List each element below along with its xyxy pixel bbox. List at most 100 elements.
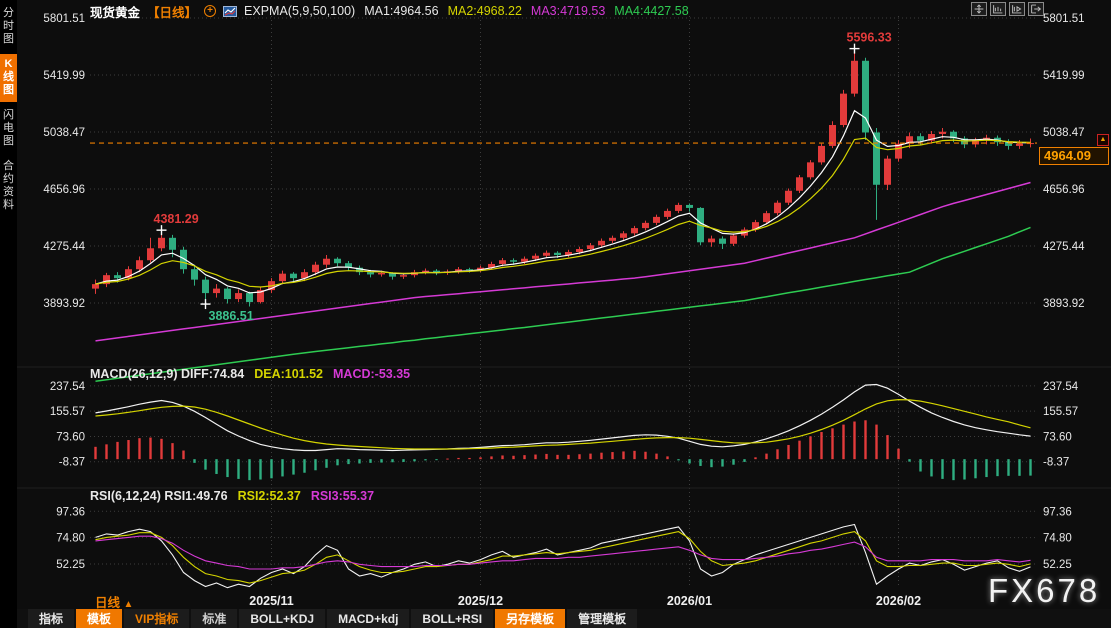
pane-play-icon[interactable] xyxy=(1009,2,1025,16)
macd-hist-bar xyxy=(842,425,844,460)
toolbar-item-3[interactable]: VIP指标 xyxy=(124,609,189,628)
candle-body xyxy=(334,259,341,263)
macd-indicator-label: MACD(26,12,9) DIFF:74.84DEA:101.52MACD:-… xyxy=(90,367,420,381)
macd-hist-bar xyxy=(919,459,921,471)
current-price-badge: 4964.09 xyxy=(1039,147,1109,165)
crosshair-icon[interactable] xyxy=(971,2,987,16)
rsi-value: RSI(6,12,24) RSI1:49.76 xyxy=(90,489,228,503)
macd-hist-bar xyxy=(688,459,690,463)
macd-hist-bar xyxy=(105,444,107,459)
add-indicator-icon[interactable]: + xyxy=(204,5,216,17)
macd-axis-tick-label: 73.60 xyxy=(56,431,85,443)
macd-hist-bar xyxy=(1007,459,1009,476)
header-value: MA4:4427.58 xyxy=(614,4,688,18)
macd-hist-bar xyxy=(677,459,679,460)
chart-canvas[interactable]: 5801.515801.515419.995419.995038.475038.… xyxy=(0,0,1111,628)
candle-body xyxy=(235,293,242,299)
macd-hist-bar xyxy=(776,449,778,459)
macd-hist-bar xyxy=(897,449,899,459)
month-tick-label: 2026/02 xyxy=(876,594,921,608)
macd-hist-bar xyxy=(204,459,206,469)
macd-hist-bar xyxy=(1018,459,1020,476)
period-tag[interactable]: 【日线】 xyxy=(147,2,197,21)
ma1-line xyxy=(96,111,1031,293)
rsi-indicator-label: RSI(6,12,24) RSI1:49.76RSI2:52.37RSI3:55… xyxy=(90,489,384,503)
price-axis-tick-label: 5801.51 xyxy=(43,13,85,25)
candle-body xyxy=(785,191,792,203)
macd-diff-line xyxy=(96,385,1031,451)
chart-app: 分时图K线图闪电图合约资料 现货黄金 【日线】 + EXPMA(5,9,50,1… xyxy=(0,0,1111,628)
sidebar: 分时图 K线图闪电图合约资料 xyxy=(0,0,17,628)
macd-value: MACD(26,12,9) DIFF:74.84 xyxy=(90,367,244,381)
macd-hist-bar xyxy=(996,459,998,476)
macd-hist-bar xyxy=(94,447,96,459)
candle-body xyxy=(191,269,198,279)
candle-body xyxy=(631,228,638,233)
rsi-axis-tick-label: 97.36 xyxy=(56,506,85,518)
toolbar-item-5[interactable]: BOLL+KDJ xyxy=(239,609,325,628)
window-controls xyxy=(971,2,1044,16)
candle-body xyxy=(323,259,330,265)
price-axis-tick-label: 5038.47 xyxy=(43,127,85,139)
price-annotation: 5596.33 xyxy=(847,31,892,45)
macd-hist-bar xyxy=(138,438,140,459)
toolbar-item-7[interactable]: BOLL+RSI xyxy=(411,609,493,628)
macd-hist-bar xyxy=(193,459,195,463)
candle-body xyxy=(598,241,605,245)
bottom-toolbar: 指标模板VIP指标标准BOLL+KDJMACD+kdjBOLL+RSI另存模板管… xyxy=(17,609,1111,628)
candle-body xyxy=(290,274,297,278)
sidebar-tab-char: 分 xyxy=(0,7,17,20)
macd-hist-bar xyxy=(347,459,349,464)
toolbar-item-1[interactable]: 指标 xyxy=(28,609,74,628)
macd-hist-bar xyxy=(754,457,756,459)
header-value: MA2:4968.22 xyxy=(448,4,522,18)
macd-hist-bar xyxy=(886,435,888,459)
rsi-axis-tick-label: 52.25 xyxy=(56,559,85,571)
candle-body xyxy=(400,275,407,276)
macd-hist-bar xyxy=(600,453,602,459)
macd-hist-bar xyxy=(336,459,338,465)
toolbar-item-2[interactable]: 模板 xyxy=(76,609,122,628)
pane-export-icon[interactable] xyxy=(1028,2,1044,16)
price-alert-icon[interactable]: ▲ xyxy=(1097,134,1109,146)
candle-body xyxy=(664,211,671,217)
price-axis-tick-label: 5419.99 xyxy=(1043,70,1085,82)
sidebar-tab-char: 闪 xyxy=(0,109,17,122)
candle-body xyxy=(719,239,726,244)
price-axis-tick-label: 4275.44 xyxy=(1043,241,1085,253)
macd-hist-bar xyxy=(941,459,943,479)
price-axis-tick-label: 3893.92 xyxy=(1043,298,1085,310)
month-tick-label: 2025/11 xyxy=(249,594,294,608)
candle-body xyxy=(576,249,583,252)
candle-body xyxy=(1016,144,1023,146)
macd-hist-bar xyxy=(303,459,305,473)
macd-hist-bar xyxy=(798,441,800,460)
sidebar-tab-1[interactable]: 分时图 xyxy=(0,3,17,51)
sidebar-tab-4[interactable]: 合约资料 xyxy=(0,156,17,217)
sidebar-tab-3[interactable]: 闪电图 xyxy=(0,105,17,153)
price-axis-tick-label: 4656.96 xyxy=(1043,184,1085,196)
toolbar-item-6[interactable]: MACD+kdj xyxy=(327,609,409,628)
candle-body xyxy=(92,284,99,288)
macd-hist-bar xyxy=(490,456,492,459)
macd-hist-bar xyxy=(787,445,789,459)
toolbar-item-4[interactable]: 标准 xyxy=(191,609,237,628)
sidebar-tab-char: 图 xyxy=(0,33,17,46)
macd-hist-bar xyxy=(655,454,657,460)
macd-hist-bar xyxy=(127,440,129,459)
macd-hist-bar xyxy=(930,459,932,476)
candle-body xyxy=(279,274,286,281)
macd-hist-bar xyxy=(149,438,151,460)
price-axis-tick-label: 5801.51 xyxy=(1043,13,1085,25)
macd-hist-bar xyxy=(523,455,525,459)
sidebar-tab-2[interactable]: K线图 xyxy=(0,54,17,102)
toolbar-item-9[interactable]: 管理模板 xyxy=(567,609,637,628)
pane-left-icon[interactable] xyxy=(990,2,1006,16)
toolbar-item-8[interactable]: 另存模板 xyxy=(495,609,565,628)
macd-hist-bar xyxy=(413,459,415,461)
candle-body xyxy=(807,162,814,177)
macd-hist-bar xyxy=(226,459,228,477)
macd-hist-bar xyxy=(358,459,360,463)
chart-type-icon[interactable] xyxy=(223,6,237,17)
candle-body xyxy=(620,233,627,237)
